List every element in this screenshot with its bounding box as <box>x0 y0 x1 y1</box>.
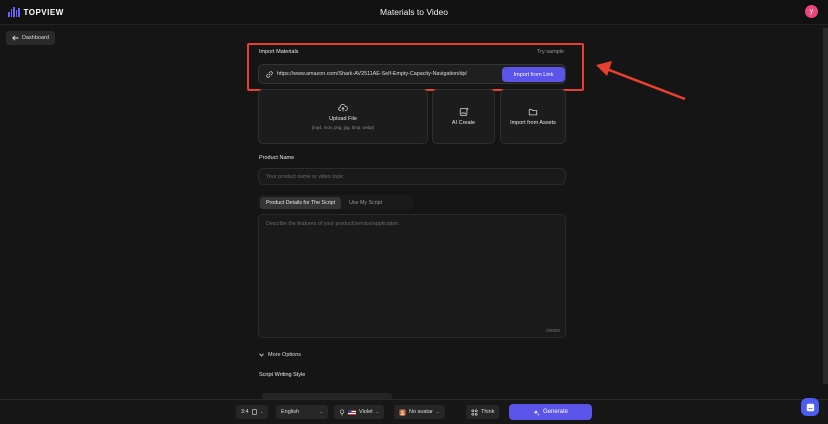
portrait-frame-icon <box>251 409 257 415</box>
aspect-ratio-value: 3:4 <box>241 409 249 415</box>
product-name-input[interactable]: Your product name or video topic <box>258 168 566 185</box>
think-toggle[interactable]: Think <box>466 405 500 419</box>
ai-create-card[interactable]: AI Create <box>432 89 495 144</box>
voice-select[interactable]: Violet ⌄ <box>334 405 385 419</box>
aspect-ratio-select[interactable]: 3:4 ⌄ <box>236 405 269 419</box>
avatar-icon <box>399 408 406 416</box>
ai-image-icon <box>459 107 468 116</box>
chevron-down-icon <box>259 353 264 357</box>
top-bar: TOPVIEW Materials to Video y <box>0 0 828 25</box>
script-writing-style-label: Script Writing Style <box>259 372 306 378</box>
language-value: English <box>281 409 300 415</box>
import-from-assets-title: Import from Assets <box>510 120 556 126</box>
dashboard-back-button[interactable]: Dashboard <box>6 31 55 45</box>
upload-file-formats: (mp4, mov, png, jpg, bmp, webp) <box>311 125 375 130</box>
bottom-toolbar: 3:4 ⌄ English ⌄ Violet ⌄ No avatar ⌄ Thi… <box>0 399 828 424</box>
arrow-left-icon <box>12 35 19 41</box>
annotation-arrow <box>596 61 686 101</box>
cloud-upload-icon <box>338 104 348 112</box>
us-flag-icon <box>348 409 356 415</box>
chat-icon <box>806 403 814 411</box>
annotation-highlight-box <box>247 43 584 91</box>
import-from-assets-card[interactable]: Import from Assets <box>500 89 566 144</box>
dashboard-label: Dashboard <box>22 35 49 41</box>
voice-value: Violet <box>359 409 373 415</box>
more-options-label: More Options <box>268 352 302 358</box>
generate-button[interactable]: Generate <box>509 404 592 420</box>
folder-icon <box>528 109 538 116</box>
think-label: Think <box>481 409 495 415</box>
generate-label: Generate <box>542 409 569 415</box>
voice-pin-icon <box>339 408 345 416</box>
think-icon <box>471 408 478 416</box>
scrollbar[interactable] <box>823 28 828 384</box>
upload-file-title: Upload File <box>329 116 357 122</box>
character-counter: 0/5000 <box>546 328 560 333</box>
language-select[interactable]: English ⌄ <box>276 405 328 419</box>
script-mode-tabs: Product Details for The Script Use My Sc… <box>258 195 413 210</box>
chevron-down-icon: ⌄ <box>435 409 440 414</box>
avatar-value: No avatar <box>409 409 433 415</box>
chevron-down-icon: ⌄ <box>259 409 264 414</box>
tab-product-details[interactable]: Product Details for The Script <box>260 196 342 209</box>
more-options-toggle[interactable]: More Options <box>259 352 301 358</box>
chevron-down-icon: ⌄ <box>319 409 323 414</box>
sparkle-icon <box>533 409 540 416</box>
avatar-select[interactable]: No avatar ⌄ <box>394 405 445 419</box>
upload-file-card[interactable]: Upload File (mp4, mov, png, jpg, bmp, we… <box>258 89 428 144</box>
user-avatar[interactable]: y <box>805 5 818 18</box>
description-placeholder: Describe the features of your product/se… <box>266 221 400 227</box>
page-title: Materials to Video <box>380 7 448 17</box>
ai-create-title: AI Create <box>451 120 476 126</box>
product-name-label: Product Name <box>259 155 295 161</box>
chevron-down-icon: ⌄ <box>375 409 380 414</box>
product-description-textarea[interactable]: Describe the features of your product/se… <box>258 214 566 338</box>
support-chat-button[interactable] <box>801 398 819 416</box>
tab-use-my-script[interactable]: Use My Script <box>343 197 388 209</box>
